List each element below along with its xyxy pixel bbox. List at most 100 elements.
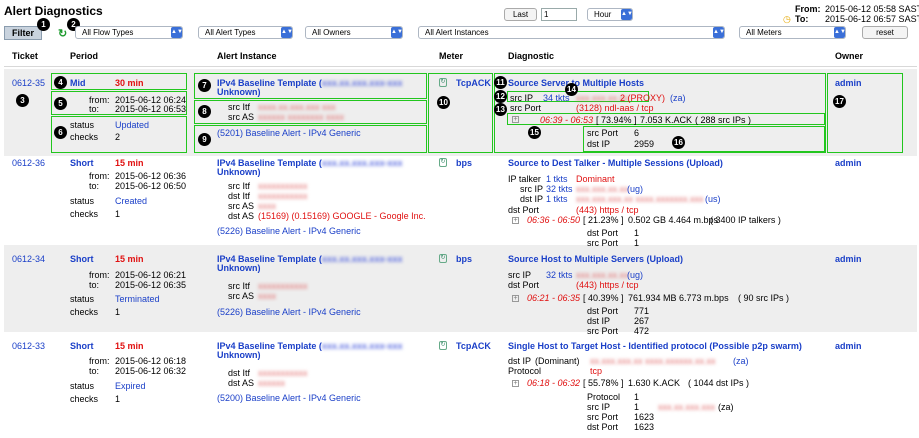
owners-select[interactable]: All Owners ▲▼ — [305, 26, 403, 39]
owner-link[interactable]: admin — [835, 254, 862, 264]
checks-label: checks — [70, 394, 99, 404]
country-tag: (us) — [705, 194, 721, 204]
chevron-down-icon: ▲▼ — [171, 27, 182, 38]
count-input[interactable]: 1 — [541, 8, 577, 21]
alert-link[interactable]: (5201) Baseline Alert - IPv4 Generic — [217, 128, 361, 138]
expand-icon[interactable]: + — [512, 217, 519, 224]
divider — [4, 66, 917, 67]
tkts-link[interactable]: 1 tkts — [546, 174, 568, 184]
last-button[interactable]: Last — [504, 8, 537, 21]
field-value: xxxxxxxxxxx — [258, 368, 308, 378]
col-owner[interactable]: Owner — [835, 51, 863, 61]
ticket-link[interactable]: 0612-35 — [12, 78, 45, 88]
callout-badge: 17 — [833, 95, 846, 108]
severity: Short — [70, 254, 94, 264]
instance-tail[interactable]: Unknown) — [217, 350, 261, 360]
alert-link[interactable]: (5200) Baseline Alert - IPv4 Generic — [217, 393, 361, 403]
chevron-down-icon: ▲▼ — [713, 27, 724, 38]
diagnostic-title[interactable]: Single Host to Target Host - Identified … — [508, 341, 802, 351]
field-label: src AS — [228, 201, 255, 211]
callout-badge: 4 — [54, 76, 67, 89]
alert-types-select[interactable]: All Alert Types ▲▼ — [198, 26, 293, 39]
port-value: (443) https / tcp — [576, 205, 639, 215]
col-period[interactable]: Period — [70, 51, 98, 61]
field-value: xxxxxxxxxxx — [258, 281, 308, 291]
diagnostic-title[interactable]: Source Host to Multiple Servers (Upload) — [508, 254, 683, 264]
country-tag: (za) — [733, 356, 749, 366]
duration: 15 min — [115, 341, 144, 351]
alert-link[interactable]: (5226) Baseline Alert - IPv4 Generic — [217, 307, 361, 317]
meter-link[interactable]: bps — [456, 158, 472, 168]
ip-extra: 2 (PROXY) — [620, 93, 666, 103]
checks-value: 2 — [115, 132, 121, 142]
percent: [ 21.23% ] — [583, 215, 624, 225]
from-label: From: — [795, 4, 821, 14]
detail-label: dst Port — [587, 228, 619, 238]
meter-link[interactable]: TcpACK — [456, 78, 491, 88]
duration: 30 min — [115, 78, 144, 88]
diagnostic-title[interactable]: Source to Dest Talker - Multiple Session… — [508, 158, 723, 168]
detail-label: src Port — [587, 326, 619, 336]
meter-link[interactable]: bps — [456, 254, 472, 264]
field-label: src Itf — [228, 281, 250, 291]
detail-label: dst Port — [587, 306, 619, 316]
callout-badge: 6 — [54, 126, 67, 139]
unit-select[interactable]: Hour ▲▼ — [587, 8, 633, 21]
meters-select[interactable]: All Meters ▲▼ — [739, 26, 846, 39]
rate: 1.630 K.ACK — [628, 378, 681, 388]
detail-label: src Port — [587, 412, 619, 422]
percent: [ 55.78% ] — [583, 378, 624, 388]
to-time: 2015-06-12 06:32 — [115, 366, 187, 376]
field-value: xxxxxx xxxxxxxx xxxx — [258, 112, 345, 122]
tkts-link[interactable]: 34 tkts — [543, 93, 570, 103]
protocol-value: tcp — [590, 366, 603, 376]
refresh-icon[interactable]: ↻ — [58, 27, 67, 40]
filter-tab[interactable]: Filter — [4, 26, 42, 40]
tkts-link[interactable]: 1 tkts — [546, 194, 568, 204]
detail-label: src Port — [587, 128, 619, 138]
ticket-link[interactable]: 0612-34 — [12, 254, 45, 264]
duration: 15 min — [115, 158, 144, 168]
tkts-link[interactable]: 32 tkts — [546, 270, 573, 280]
col-diagnostic[interactable]: Diagnostic — [508, 51, 554, 61]
meter-link[interactable]: TcpACK — [456, 341, 491, 351]
owner-link[interactable]: admin — [835, 158, 862, 168]
callout-badge: 5 — [54, 97, 67, 110]
to-time: 2015-06-12 06:53 — [115, 104, 187, 114]
ip-value: xxx.xxx.xxx.xx xxxx.xxxxxxx.xxx — [576, 194, 704, 204]
status-value: Terminated — [115, 294, 160, 304]
owner-link[interactable]: admin — [835, 341, 862, 351]
status-label: status — [70, 381, 95, 391]
instance-tail[interactable]: Unknown) — [217, 87, 261, 97]
col-meter[interactable]: Meter — [439, 51, 463, 61]
duration: 15 min — [115, 254, 144, 264]
alert-instances-select[interactable]: All Alert Instances ▲▼ — [418, 26, 725, 39]
flow-types-select[interactable]: All Flow Types ▲▼ — [75, 26, 183, 39]
from-label: from: — [89, 270, 110, 280]
callout-badge: 10 — [437, 96, 450, 109]
expand-icon[interactable]: + — [512, 295, 519, 302]
col-ticket[interactable]: Ticket — [12, 51, 38, 61]
owner-link[interactable]: admin — [835, 78, 862, 88]
instance-tail[interactable]: Unknown) — [217, 167, 261, 177]
col-instance[interactable]: Alert Instance — [217, 51, 277, 61]
diag-label: dst Port — [508, 205, 540, 215]
detail-value: 1623 — [634, 412, 655, 422]
callout-badge: 13 — [494, 103, 507, 116]
instance-tail[interactable]: Unknown) — [217, 263, 261, 273]
ticket-link[interactable]: 0612-36 — [12, 158, 45, 168]
rate: 7.053 K.ACK — [640, 115, 693, 125]
percent: [ 40.39% ] — [583, 293, 624, 303]
expand-icon[interactable]: + — [512, 380, 519, 387]
to-time: 2015-06-12 06:50 — [115, 181, 187, 191]
tkts-link[interactable]: 32 tkts — [546, 184, 573, 194]
expand-icon[interactable]: + — [512, 116, 519, 123]
checks-value: 1 — [115, 209, 121, 219]
detail-value: 1 — [634, 392, 640, 402]
field-value: xxxxxxxxxxx — [258, 181, 308, 191]
peers: ( 3400 IP talkers ) — [710, 215, 781, 225]
ticket-link[interactable]: 0612-33 — [12, 341, 45, 351]
status-label: status — [70, 196, 95, 206]
alert-link[interactable]: (5226) Baseline Alert - IPv4 Generic — [217, 226, 361, 236]
reset-button[interactable]: reset — [862, 26, 908, 39]
